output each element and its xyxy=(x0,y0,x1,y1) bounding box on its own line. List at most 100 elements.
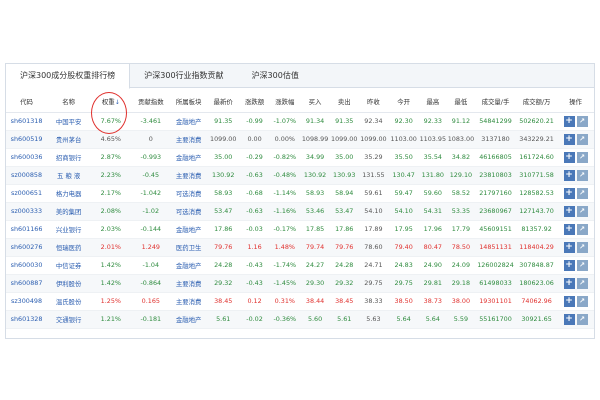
row-sector[interactable]: 主要消费 xyxy=(170,292,208,311)
row-name[interactable]: 中国平安 xyxy=(47,112,91,131)
col-header-name[interactable]: 名称 xyxy=(47,92,91,113)
table-row[interactable]: sh601166 兴业银行 2.03% -0.144 金融地产 17.86 -0.03 -0.… xyxy=(6,220,594,239)
tab-weight-ranking[interactable]: 沪深300成分股权重排行榜 xyxy=(6,64,131,89)
row-name[interactable]: 兴业银行 xyxy=(47,220,91,239)
table-row[interactable]: sh600036 招商银行 2.87% -0.993 金融地产 35.00 -0.29 -0.… xyxy=(6,148,594,167)
add-watchlist-icon[interactable]: + xyxy=(563,133,575,145)
table-row[interactable]: sh600519 贵州茅台 4.65% 0 主要消费 1099.00 0.00 0.00% 10… xyxy=(6,130,594,149)
row-name[interactable]: 格力电器 xyxy=(47,184,91,203)
col-header-price[interactable]: 最新价 xyxy=(207,92,240,113)
col-header-sector[interactable]: 所属板块 xyxy=(170,92,208,113)
chart-icon[interactable]: ↗ xyxy=(576,259,588,271)
add-watchlist-icon[interactable]: + xyxy=(563,223,575,235)
row-sector[interactable]: 金融地产 xyxy=(170,220,208,239)
chart-icon[interactable]: ↗ xyxy=(576,277,588,289)
tab-industry-contribution[interactable]: 沪深300行业指数贡献 xyxy=(130,64,237,87)
row-code[interactable]: sh601318 xyxy=(6,112,48,131)
row-change-pct: 0.31% xyxy=(269,292,300,311)
row-change: -0.43 xyxy=(239,256,270,275)
table-row[interactable]: sz000858 五 粮 液 2.23% -0.45 主要消费 130.92 -0.63 -0… xyxy=(6,166,594,185)
row-sector[interactable]: 金融地产 xyxy=(170,148,208,167)
chart-icon[interactable]: ↗ xyxy=(576,295,588,307)
add-watchlist-icon[interactable]: + xyxy=(563,259,575,271)
add-watchlist-icon[interactable]: + xyxy=(563,151,575,163)
row-code[interactable]: sh600887 xyxy=(6,274,48,293)
row-ask: 38.45 xyxy=(330,292,359,311)
table-row[interactable]: sz000651 格力电器 2.17% -1.042 可选消费 58.93 -0.68 -1.… xyxy=(6,184,594,203)
row-code[interactable]: sz000333 xyxy=(6,202,48,221)
row-price: 53.47 xyxy=(207,202,240,221)
row-name[interactable]: 伊利股份 xyxy=(47,274,91,293)
row-sector[interactable]: 可选消费 xyxy=(170,184,208,203)
row-code[interactable]: sh601166 xyxy=(6,220,48,239)
table-row[interactable]: sh600030 中信证券 1.42% -1.04 金融地产 24.28 -0.43 -1.7… xyxy=(6,256,594,275)
chart-icon[interactable]: ↗ xyxy=(576,313,588,325)
row-name[interactable]: 温氏股份 xyxy=(47,292,91,311)
add-watchlist-icon[interactable]: + xyxy=(563,277,575,289)
row-sector[interactable]: 主要消费 xyxy=(170,274,208,293)
row-code[interactable]: sz300498 xyxy=(6,292,48,311)
chart-icon[interactable]: ↗ xyxy=(576,187,588,199)
row-name[interactable]: 贵州茅台 xyxy=(47,130,91,149)
col-header-prev-close[interactable]: 昨收 xyxy=(358,92,389,113)
chart-icon[interactable]: ↗ xyxy=(576,205,588,217)
chart-icon[interactable]: ↗ xyxy=(576,169,588,181)
col-header-high[interactable]: 最高 xyxy=(418,92,447,113)
table-row[interactable]: sh601318 中国平安 7.67% -3.461 金融地产 91.35 -0.99 -1.… xyxy=(6,112,594,131)
chart-icon[interactable]: ↗ xyxy=(576,115,588,127)
add-watchlist-icon[interactable]: + xyxy=(563,295,575,307)
col-header-low[interactable]: 最低 xyxy=(446,92,475,113)
col-header-weight[interactable]: 权重↓ xyxy=(90,92,132,113)
row-volume: 19301101 xyxy=(474,292,517,311)
row-high: 54.31 xyxy=(418,202,447,221)
row-actions: + ↗ xyxy=(557,112,594,131)
chart-icon[interactable]: ↗ xyxy=(576,151,588,163)
tab-valuation[interactable]: 沪深300估值 xyxy=(238,64,313,87)
col-header-change[interactable]: 涨跌额 xyxy=(239,92,270,113)
col-header-code[interactable]: 代码 xyxy=(6,92,48,113)
col-header-open[interactable]: 今开 xyxy=(388,92,419,113)
add-watchlist-icon[interactable]: + xyxy=(563,187,575,199)
row-code[interactable]: sz000858 xyxy=(6,166,48,185)
row-name[interactable]: 恒瑞医药 xyxy=(47,238,91,257)
row-sector[interactable]: 可选消费 xyxy=(170,202,208,221)
chart-icon[interactable]: ↗ xyxy=(576,223,588,235)
col-header-ask[interactable]: 卖出 xyxy=(330,92,359,113)
col-header-change-pct[interactable]: 涨跌幅 xyxy=(269,92,300,113)
row-name[interactable]: 五 粮 液 xyxy=(47,166,91,185)
row-change: -0.63 xyxy=(239,202,270,221)
row-name[interactable]: 中信证券 xyxy=(47,256,91,275)
row-sector[interactable]: 金融地产 xyxy=(170,256,208,275)
row-name[interactable]: 美的集团 xyxy=(47,202,91,221)
row-code[interactable]: sh601328 xyxy=(6,310,48,329)
row-code[interactable]: sz000651 xyxy=(6,184,48,203)
add-watchlist-icon[interactable]: + xyxy=(563,241,575,253)
row-name[interactable]: 交通银行 xyxy=(47,310,91,329)
row-code[interactable]: sh600519 xyxy=(6,130,48,149)
row-sector[interactable]: 医药卫生 xyxy=(170,238,208,257)
row-sector[interactable]: 金融地产 xyxy=(170,310,208,329)
table-row[interactable]: sz000333 美的集团 2.08% -1.02 可选消费 53.47 -0.63 -1.1… xyxy=(6,202,594,221)
table-row[interactable]: sh601328 交通银行 1.21% -0.181 金融地产 5.61 -0.02 -0.3… xyxy=(6,310,594,329)
row-name[interactable]: 招商银行 xyxy=(47,148,91,167)
row-code[interactable]: sh600036 xyxy=(6,148,48,167)
add-watchlist-icon[interactable]: + xyxy=(563,115,575,127)
row-bid: 34.99 xyxy=(299,148,331,167)
col-header-amount[interactable]: 成交额/万 xyxy=(516,92,558,113)
chart-icon[interactable]: ↗ xyxy=(576,241,588,253)
col-header-volume[interactable]: 成交量/手 xyxy=(474,92,517,113)
row-sector[interactable]: 主要消费 xyxy=(170,166,208,185)
table-row[interactable]: sz300498 温氏股份 1.25% 0.165 主要消费 38.45 0.12 0.31%… xyxy=(6,292,594,311)
table-row[interactable]: sh600276 恒瑞医药 2.01% 1.249 医药卫生 79.76 1.16 1.48%… xyxy=(6,238,594,257)
row-code[interactable]: sh600030 xyxy=(6,256,48,275)
row-code[interactable]: sh600276 xyxy=(6,238,48,257)
add-watchlist-icon[interactable]: + xyxy=(563,169,575,181)
row-sector[interactable]: 金融地产 xyxy=(170,112,208,131)
add-watchlist-icon[interactable]: + xyxy=(563,205,575,217)
col-header-bid[interactable]: 买入 xyxy=(299,92,331,113)
chart-icon[interactable]: ↗ xyxy=(576,133,588,145)
row-sector[interactable]: 主要消费 xyxy=(170,130,208,149)
table-row[interactable]: sh600887 伊利股份 1.42% -0.864 主要消费 29.32 -0.43 -1.… xyxy=(6,274,594,293)
col-header-contribution[interactable]: 贡献指数 xyxy=(131,92,171,113)
add-watchlist-icon[interactable]: + xyxy=(563,313,575,325)
